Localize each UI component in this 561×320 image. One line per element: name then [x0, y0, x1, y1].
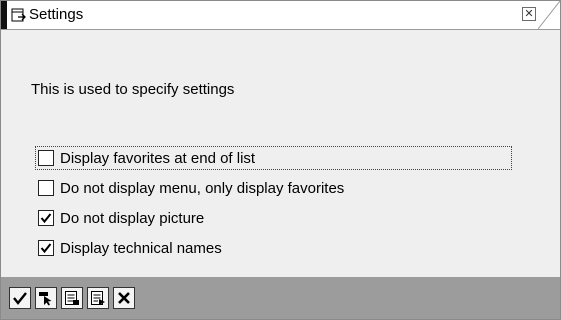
checkbox-checked[interactable]: [38, 240, 54, 256]
close-icon: ✕: [524, 8, 534, 20]
option-display-technical-names[interactable]: Display technical names: [38, 237, 222, 259]
checkmark-icon: [13, 292, 27, 305]
document-list-icon: [65, 291, 79, 305]
cancel-button[interactable]: [113, 287, 135, 309]
continue-button[interactable]: [9, 287, 31, 309]
select-pointer-icon: [39, 292, 52, 306]
checkbox-checked[interactable]: [38, 210, 54, 226]
bottom-toolbar: [1, 277, 560, 319]
window-title: Settings: [29, 6, 84, 23]
title-bar: Settings ✕: [1, 1, 560, 30]
title-corner-decoration: [538, 1, 560, 29]
description-text: This is used to specify settings: [31, 81, 235, 98]
option-label: Do not display picture: [60, 209, 205, 227]
select-button[interactable]: [35, 287, 57, 309]
cancel-x-icon: [118, 292, 130, 304]
option-label: Display favorites at end of list: [60, 149, 256, 167]
close-button[interactable]: ✕: [522, 7, 536, 21]
option-only-display-favorites[interactable]: Do not display menu, only display favori…: [38, 177, 344, 199]
list-button[interactable]: [61, 287, 83, 309]
option-label: Display technical names: [60, 239, 222, 257]
check-icon: [40, 213, 52, 224]
option-do-not-display-picture[interactable]: Do not display picture: [38, 207, 204, 229]
option-display-favorites-at-end[interactable]: Display favorites at end of list: [35, 146, 512, 170]
checkbox[interactable]: [38, 150, 54, 166]
checkbox[interactable]: [38, 180, 54, 196]
option-label: Do not display menu, only display favori…: [60, 179, 345, 197]
settings-dialog: Settings ✕ This is used to specify setti…: [0, 0, 561, 320]
list-alt-button[interactable]: [87, 287, 109, 309]
settings-window-icon: [11, 8, 26, 22]
document-list-alt-icon: [91, 291, 105, 305]
check-icon: [40, 243, 52, 254]
title-accent: [1, 1, 7, 29]
